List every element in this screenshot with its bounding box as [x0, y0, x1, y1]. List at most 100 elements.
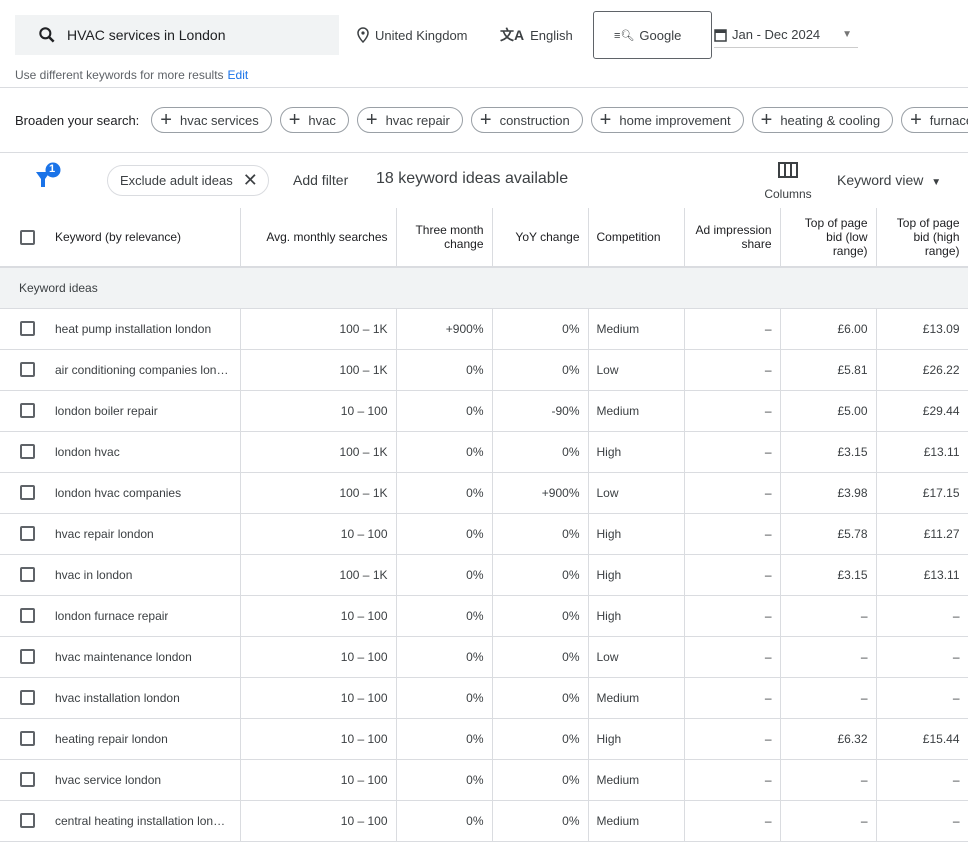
table-cell: £13.11 — [876, 431, 968, 473]
language-selector[interactable]: 文A English — [500, 15, 573, 55]
table-cell: £11.27 — [876, 513, 968, 555]
network-selector[interactable]: ≡🔍︎ Google — [593, 11, 712, 59]
location-label: United Kingdom — [375, 27, 468, 43]
table-row[interactable]: heating repair london 10 – 100 0% 0% High – £6… — [0, 718, 968, 760]
table-cell: Medium — [588, 800, 685, 842]
row-checkbox[interactable] — [20, 444, 35, 459]
broaden-chip[interactable]: + hvac repair — [356, 107, 463, 133]
table-cell: 10 – 100 — [240, 800, 397, 842]
column-header-keyword[interactable]: Keyword (by relevance) — [0, 208, 241, 268]
plus-icon: + — [760, 109, 773, 131]
filter-count-badge: 1 — [49, 163, 56, 175]
row-checkbox[interactable] — [20, 690, 35, 705]
add-filter-button[interactable]: Add filter — [293, 172, 348, 188]
table-cell: Medium — [588, 390, 685, 432]
broaden-chip[interactable]: + furnace — [901, 107, 968, 133]
table-cell: 0% — [396, 677, 493, 719]
row-checkbox[interactable] — [20, 772, 35, 787]
table-cell: – — [876, 759, 968, 801]
network-label: Google — [639, 27, 682, 43]
table-cell: 0% — [492, 513, 589, 555]
row-checkbox[interactable] — [20, 362, 35, 377]
broaden-chip[interactable]: + hvac services — [151, 107, 272, 133]
table-cell: 0% — [396, 349, 493, 391]
keyword-cell: hvac installation london — [55, 690, 180, 705]
table-cell: Low — [588, 349, 685, 391]
table-cell: 0% — [396, 390, 493, 432]
keyword-search-input[interactable]: HVAC services in London — [15, 15, 339, 55]
table-cell: £5.00 — [780, 390, 877, 432]
table-cell: – — [780, 759, 877, 801]
column-header[interactable]: Avg. monthly searches — [240, 208, 397, 268]
table-cell: 10 – 100 — [240, 513, 397, 555]
table-cell: High — [588, 554, 685, 596]
edit-link[interactable]: Edit — [228, 68, 249, 82]
view-label: Keyword view — [837, 172, 924, 188]
keyword-view-selector[interactable]: Keyword view ▼ — [837, 172, 941, 188]
row-checkbox[interactable] — [20, 649, 35, 664]
table-row[interactable]: central heating installation london 10 – … — [0, 800, 968, 842]
column-header[interactable]: Ad impression share — [684, 208, 781, 268]
table-row[interactable]: hvac repair london 10 – 100 0% 0% High – £5.78… — [0, 513, 968, 555]
keyword-table: Keyword (by relevance) Avg. monthly searc… — [0, 208, 968, 842]
broaden-chip[interactable]: + heating & cooling — [751, 107, 894, 133]
keyword-cell: london furnace repair — [55, 608, 169, 623]
table-row[interactable]: london hvac 100 – 1K 0% 0% High – £3.15 £13.11 — [0, 431, 968, 473]
search-icon — [39, 27, 55, 43]
broaden-label: Broaden your search: — [15, 112, 140, 128]
table-cell: – — [684, 390, 781, 432]
plus-icon: + — [479, 109, 492, 131]
exclude-label: Exclude adult ideas — [120, 173, 233, 188]
date-range-selector[interactable]: Jan - Dec 2024 ▼ — [714, 22, 858, 48]
location-selector[interactable]: United Kingdom — [357, 15, 468, 55]
row-checkbox[interactable] — [20, 526, 35, 541]
table-row[interactable]: london hvac companies 100 – 1K 0% +900% Low –… — [0, 472, 968, 514]
broaden-chip[interactable]: + home improvement — [590, 107, 744, 133]
keyword-count: 18 keyword ideas available — [376, 170, 569, 187]
broaden-chip[interactable]: + construction — [470, 107, 583, 133]
row-checkbox[interactable] — [20, 567, 35, 582]
row-checkbox[interactable] — [20, 813, 35, 828]
keyword-cell: london boiler repair — [55, 403, 158, 418]
column-header[interactable]: Top of page bid (high range) — [876, 208, 968, 268]
exclude-adult-chip[interactable]: Exclude adult ideas ✕ — [107, 165, 269, 196]
table-row[interactable]: hvac installation london 10 – 100 0% 0% Medi… — [0, 677, 968, 719]
table-cell: – — [684, 431, 781, 473]
filter-button[interactable]: 1 — [34, 162, 64, 195]
close-icon[interactable]: ✕ — [243, 170, 258, 191]
chip-label: hvac services — [179, 112, 259, 128]
table-cell: 0% — [492, 636, 589, 678]
row-checkbox[interactable] — [20, 321, 35, 336]
row-checkbox[interactable] — [20, 731, 35, 746]
table-row[interactable]: heat pump installation london 100 – 1K +90… — [0, 308, 968, 350]
keyword-cell: london hvac companies — [55, 485, 182, 500]
search-hint: Use different keywords for more results E… — [15, 68, 248, 82]
table-row[interactable]: hvac service london 10 – 100 0% 0% Medium – – – — [0, 759, 968, 801]
keyword-cell: central heating installation london — [55, 813, 230, 828]
column-header[interactable]: YoY change — [492, 208, 589, 268]
divider — [0, 152, 968, 153]
table-cell: – — [684, 800, 781, 842]
table-cell: £3.15 — [780, 554, 877, 596]
table-row[interactable]: hvac maintenance london 10 – 100 0% 0% Low – –… — [0, 636, 968, 678]
table-cell: 10 – 100 — [240, 718, 397, 760]
columns-button[interactable]: Columns — [760, 162, 816, 201]
table-row[interactable]: london furnace repair 10 – 100 0% 0% High – – – — [0, 595, 968, 637]
table-cell: £13.11 — [876, 554, 968, 596]
row-checkbox[interactable] — [20, 403, 35, 418]
table-cell: £6.32 — [780, 718, 877, 760]
chip-label: furnace — [929, 112, 968, 128]
broaden-chip[interactable]: + hvac — [279, 107, 349, 133]
table-row[interactable]: london boiler repair 10 – 100 0% -90% Medium… — [0, 390, 968, 432]
row-checkbox[interactable] — [20, 608, 35, 623]
column-header[interactable]: Competition — [588, 208, 685, 268]
row-checkbox[interactable] — [20, 485, 35, 500]
select-all-checkbox[interactable] — [20, 229, 35, 245]
column-header[interactable]: Three month change — [396, 208, 493, 268]
table-row[interactable]: hvac in london 100 – 1K 0% 0% High – £3.15 £13.… — [0, 554, 968, 596]
table-cell: 100 – 1K — [240, 472, 397, 514]
table-row[interactable]: air conditioning companies london 100 – 1… — [0, 349, 968, 391]
table-cell: 0% — [492, 759, 589, 801]
column-header[interactable]: Top of page bid (low range) — [780, 208, 877, 268]
section-label: Keyword ideas — [0, 267, 968, 309]
